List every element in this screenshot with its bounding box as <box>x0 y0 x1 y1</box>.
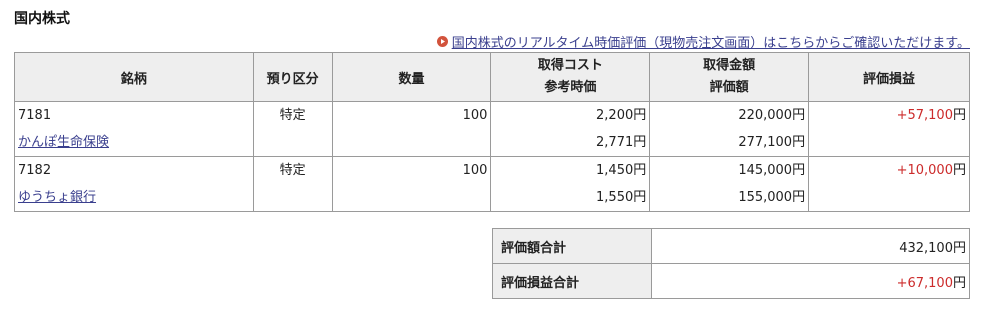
realtime-valuation-link[interactable]: 国内株式のリアルタイム時価評価（現物売注文画面）はこちらからご確認いただけます。 <box>436 32 970 51</box>
yen-unit: 円 <box>792 108 806 123</box>
quantity-cell: 100 <box>331 101 492 157</box>
valuation-total-value: 432,100 <box>899 240 953 256</box>
col-header-pl: 評価損益 <box>808 52 970 102</box>
ref-price-value: 2,771 <box>596 135 634 150</box>
stock-name-link[interactable]: かんぽ生命保険 <box>15 135 109 150</box>
quantity-cell: 100 <box>331 156 492 212</box>
yen-unit: 円 <box>952 108 966 123</box>
cost-cell: 1,450円 1,550円 <box>490 156 651 212</box>
cost-value: 1,450 <box>596 163 634 178</box>
yen-unit: 円 <box>792 135 806 150</box>
valuation-total-label: 評価額合計 <box>492 228 652 264</box>
stock-name-link[interactable]: ゆうちょ銀行 <box>15 190 96 205</box>
col-header-cost-label: 取得コスト <box>537 58 603 73</box>
valuation-total-cell: 432,100円 <box>651 228 970 264</box>
table-row: 7182 ゆうちょ銀行 特定 100 1,450円 1,550円 145,000… <box>14 156 970 212</box>
col-header-amount: 取得金額 評価額 <box>649 52 810 102</box>
col-header-acq-amount-label: 取得金額 <box>703 58 756 73</box>
summary-row-pl-total: 評価損益合計 +67,100円 <box>492 263 970 299</box>
yen-unit: 円 <box>792 163 806 178</box>
quantity-value: 100 <box>462 108 488 123</box>
quantity-value: 100 <box>462 163 488 178</box>
acq-amount-value: 220,000 <box>738 108 793 123</box>
ref-price-value: 1,550 <box>596 190 634 205</box>
amount-cell: 220,000円 277,100円 <box>649 101 810 157</box>
yen-unit: 円 <box>633 163 647 178</box>
valuation-value: 277,100 <box>738 135 793 150</box>
section-title: 国内株式 <box>14 11 70 27</box>
yen-unit: 円 <box>952 275 966 291</box>
yen-unit: 円 <box>792 190 806 205</box>
col-header-ref-price-label: 参考時価 <box>544 80 597 95</box>
cost-value: 2,200 <box>596 108 634 123</box>
col-header-cost: 取得コスト 参考時価 <box>490 52 651 102</box>
holdings-header-row: 銘柄 預り区分 数量 取得コスト 参考時価 取得金額 評価額 評価損益 <box>14 52 970 102</box>
yen-unit: 円 <box>952 240 966 256</box>
stock-code: 7182 <box>18 163 52 178</box>
summary-table: 評価額合計 432,100円 評価損益合計 +67,100円 <box>492 228 970 299</box>
account-cell: 特定 <box>252 101 333 157</box>
acq-amount-value: 145,000 <box>738 163 793 178</box>
arrow-bullet-icon <box>436 36 448 47</box>
pl-cell: +57,100円 <box>808 101 970 157</box>
pl-value: +57,100 <box>896 108 953 123</box>
cost-cell: 2,200円 2,771円 <box>490 101 651 157</box>
yen-unit: 円 <box>952 163 966 178</box>
holdings-table: 銘柄 預り区分 数量 取得コスト 参考時価 取得金額 評価額 評価損益 7181… <box>14 52 970 212</box>
account-type: 特定 <box>279 163 306 178</box>
yen-unit: 円 <box>633 108 647 123</box>
pl-cell: +10,000円 <box>808 156 970 212</box>
yen-unit: 円 <box>633 190 647 205</box>
realtime-valuation-link-text[interactable]: 国内株式のリアルタイム時価評価（現物売注文画面）はこちらからご確認いただけます。 <box>452 32 970 51</box>
col-header-valuation-label: 評価額 <box>709 80 749 95</box>
pl-total-label: 評価損益合計 <box>492 263 652 299</box>
pl-total-cell: +67,100円 <box>651 263 970 299</box>
stock-cell: 7181 かんぽ生命保険 <box>14 101 254 157</box>
summary-row-valuation-total: 評価額合計 432,100円 <box>492 228 970 264</box>
account-type: 特定 <box>279 108 306 123</box>
col-header-account: 預り区分 <box>252 52 333 102</box>
stock-code: 7181 <box>18 108 52 123</box>
col-header-quantity: 数量 <box>331 52 492 102</box>
account-cell: 特定 <box>252 156 333 212</box>
amount-cell: 145,000円 155,000円 <box>649 156 810 212</box>
pl-total-value: +67,100 <box>896 275 953 291</box>
col-header-name: 銘柄 <box>14 52 254 102</box>
valuation-value: 155,000 <box>738 190 793 205</box>
table-row: 7181 かんぽ生命保険 特定 100 2,200円 2,771円 220,00… <box>14 101 970 157</box>
pl-value: +10,000 <box>896 163 953 178</box>
stock-cell: 7182 ゆうちょ銀行 <box>14 156 254 212</box>
yen-unit: 円 <box>633 135 647 150</box>
